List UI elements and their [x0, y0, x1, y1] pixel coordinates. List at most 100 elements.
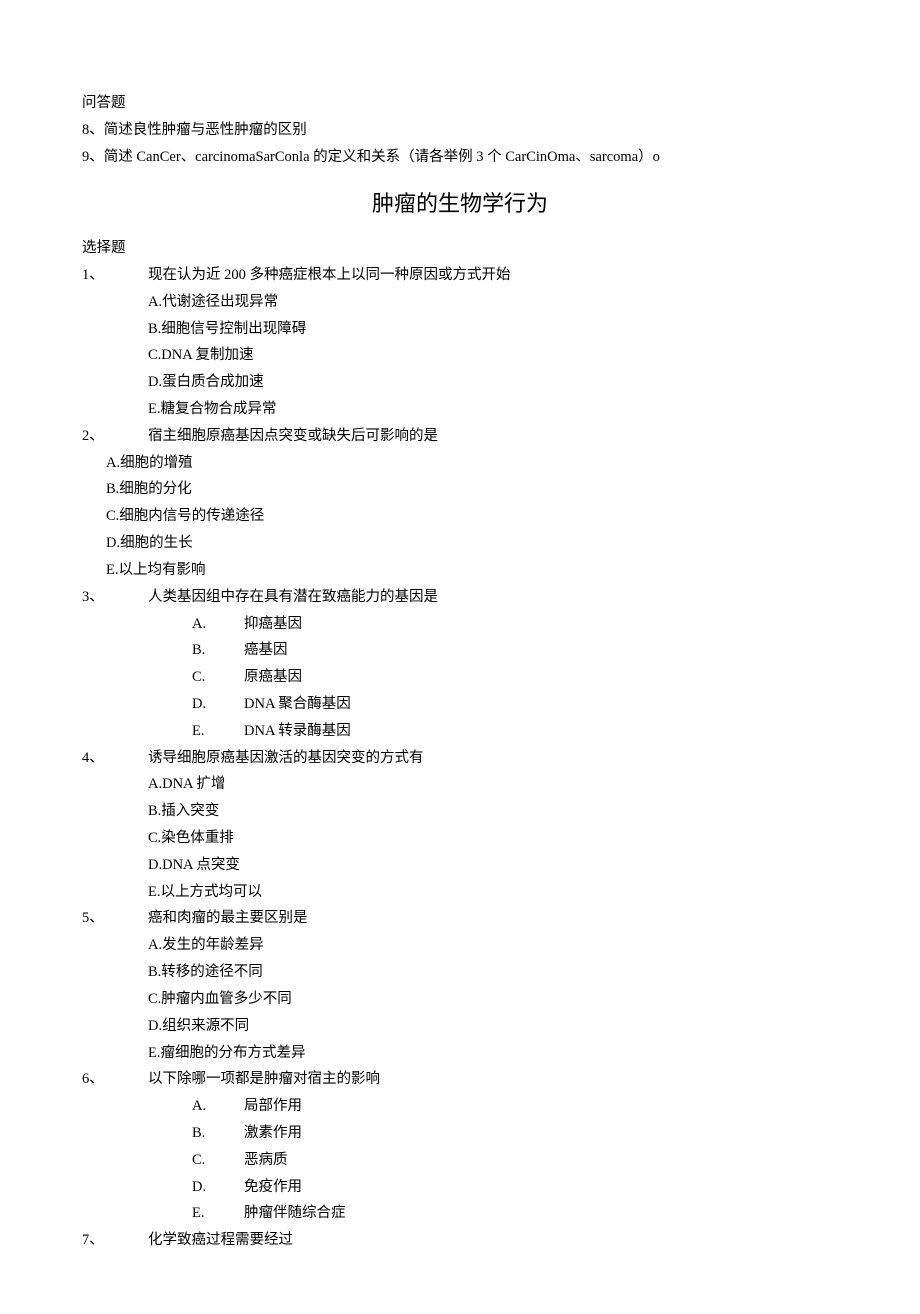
option-text: B.转移的途径不同 [148, 964, 263, 980]
question-number: 6、 [82, 1066, 148, 1093]
question-number: 3、 [82, 584, 148, 611]
option-text: A.发生的年龄差异 [148, 937, 264, 953]
option-text: E.以上均有影响 [106, 562, 205, 578]
option: A.DNA 扩增 [148, 771, 838, 798]
option: C.细胞内信号的传递途径 [106, 503, 838, 530]
option-text: A.细胞的增殖 [106, 455, 193, 471]
short-answer-item: 8、简述良性肿瘤与恶性肿瘤的区别 [82, 117, 838, 144]
short-answer-heading: 问答题 [82, 90, 838, 117]
option-letter: D. [192, 691, 244, 718]
option: E.糖复合物合成异常 [148, 396, 838, 423]
option: B.细胞的分化 [106, 476, 838, 503]
option-list: A.细胞的增殖 B.细胞的分化 C.细胞内信号的传递途径 D.细胞的生长 E.以上均有影… [106, 450, 838, 584]
option: D.细胞的生长 [106, 530, 838, 557]
option-text: D.组织来源不同 [148, 1018, 249, 1034]
option-text: C.染色体重排 [148, 830, 234, 846]
option: A.发生的年龄差异 [148, 932, 838, 959]
option: D.蛋白质合成加速 [148, 369, 838, 396]
question: 3、人类基因组中存在具有潜在致癌能力的基因是A.抑癌基因B.癌基因C.原癌基因D… [82, 584, 838, 745]
option: A.抑癌基因 [192, 611, 838, 638]
short-answer-item: 9、简述 CanCer、carcinomaSarConla 的定义和关系（请各举… [82, 144, 838, 171]
question: 1、现在认为近 200 多种癌症根本上以同一种原因或方式开始A.代谢途径出现异常… [82, 262, 838, 423]
option-text: D.蛋白质合成加速 [148, 374, 264, 390]
option-text: B.细胞信号控制出现障碍 [148, 321, 306, 337]
option: A.细胞的增殖 [106, 450, 838, 477]
option-text: A.DNA 扩增 [148, 776, 225, 792]
page-title: 肿瘤的生物学行为 [82, 184, 838, 225]
option-text: 原癌基因 [244, 669, 302, 685]
option-letter: D. [192, 1174, 244, 1201]
option-letter: C. [192, 664, 244, 691]
option: D.组织来源不同 [148, 1013, 838, 1040]
option: C.原癌基因 [192, 664, 838, 691]
question-header: 7、化学致癌过程需要经过 [82, 1227, 838, 1254]
option: A.局部作用 [192, 1093, 838, 1120]
question-number: 5、 [82, 905, 148, 932]
question-stem: 以下除哪一项都是肿瘤对宿主的影响 [148, 1066, 838, 1093]
item-number: 8、 [82, 122, 104, 138]
question-stem: 人类基因组中存在具有潜在致癌能力的基因是 [148, 584, 838, 611]
option: B.癌基因 [192, 637, 838, 664]
option-text: B.细胞的分化 [106, 481, 192, 497]
option: C.DNA 复制加速 [148, 342, 838, 369]
option-text: 恶病质 [244, 1152, 288, 1168]
question-number: 1、 [82, 262, 148, 289]
option-text: E.糖复合物合成异常 [148, 401, 276, 417]
option-letter: E. [192, 718, 244, 745]
option-text: E.瘤细胞的分布方式差异 [148, 1045, 305, 1061]
option-letter: A. [192, 611, 244, 638]
option: B.细胞信号控制出现障碍 [148, 316, 838, 343]
question: 2、宿主细胞原癌基因点突变或缺失后可影响的是 A.细胞的增殖 B.细胞的分化 C.细胞… [82, 423, 838, 584]
option: E.以上方式均可以 [148, 879, 838, 906]
question-stem: 宿主细胞原癌基因点突变或缺失后可影响的是 [148, 423, 838, 450]
question-list: 1、现在认为近 200 多种癌症根本上以同一种原因或方式开始A.代谢途径出现异常… [82, 262, 838, 1254]
question-header: 3、人类基因组中存在具有潜在致癌能力的基因是 [82, 584, 838, 611]
option-text: DNA 聚合酶基因 [244, 696, 351, 712]
question-number: 2、 [82, 423, 148, 450]
option-text: 免疫作用 [244, 1179, 302, 1195]
question-header: 5、癌和肉瘤的最主要区别是 [82, 905, 838, 932]
option-text: C.肿瘤内血管多少不同 [148, 991, 292, 1007]
question-number: 4、 [82, 745, 148, 772]
option-text: D.细胞的生长 [106, 535, 193, 551]
option-text: B.插入突变 [148, 803, 219, 819]
option-text: 抑癌基因 [244, 616, 302, 632]
choice-heading: 选择题 [82, 235, 838, 262]
question-stem: 现在认为近 200 多种癌症根本上以同一种原因或方式开始 [148, 262, 838, 289]
option-letter: A. [192, 1093, 244, 1120]
option-text: 癌基因 [244, 642, 288, 658]
question-header: 2、宿主细胞原癌基因点突变或缺失后可影响的是 [82, 423, 838, 450]
question-stem: 诱导细胞原癌基因激活的基因突变的方式有 [148, 745, 838, 772]
option-text: C.DNA 复制加速 [148, 347, 254, 363]
option-letter: B. [192, 637, 244, 664]
option: B.激素作用 [192, 1120, 838, 1147]
option-list: A.局部作用B.激素作用C.恶病质D.免疫作用E.肿瘤伴随综合症 [192, 1093, 838, 1227]
option-text: A.代谢途径出现异常 [148, 294, 278, 310]
question: 5、癌和肉瘤的最主要区别是 A.发生的年龄差异 B.转移的途径不同 C.肿瘤内血管多少… [82, 905, 838, 1066]
option: B.插入突变 [148, 798, 838, 825]
question-stem: 化学致癌过程需要经过 [148, 1227, 838, 1254]
question-header: 1、现在认为近 200 多种癌症根本上以同一种原因或方式开始 [82, 262, 838, 289]
question: 4、诱导细胞原癌基因激活的基因突变的方式有 A.DNA 扩增 B.插入突变 C.染色体… [82, 745, 838, 906]
option-text: 局部作用 [244, 1098, 302, 1114]
question-stem: 癌和肉瘤的最主要区别是 [148, 905, 838, 932]
option-list: A.发生的年龄差异 B.转移的途径不同 C.肿瘤内血管多少不同 D.组织来源不同 E.瘤… [148, 932, 838, 1066]
option-text: 激素作用 [244, 1125, 302, 1141]
option: C.染色体重排 [148, 825, 838, 852]
option: C.恶病质 [192, 1147, 838, 1174]
option-text: E.以上方式均可以 [148, 884, 262, 900]
option: E.以上均有影响 [106, 557, 838, 584]
question-header: 4、诱导细胞原癌基因激活的基因突变的方式有 [82, 745, 838, 772]
option-list: A.抑癌基因B.癌基因C.原癌基因D.DNA 聚合酶基因E.DNA 转录酶基因 [192, 611, 838, 745]
option-letter: E. [192, 1200, 244, 1227]
short-answer-list: 8、简述良性肿瘤与恶性肿瘤的区别 9、简述 CanCer、carcinomaSa… [82, 117, 838, 171]
option: E.肿瘤伴随综合症 [192, 1200, 838, 1227]
item-text: 简述 CanCer、carcinomaSarConla 的定义和关系（请各举例 … [104, 149, 660, 165]
option-text: DNA 转录酶基因 [244, 723, 351, 739]
item-text: 简述良性肿瘤与恶性肿瘤的区别 [104, 122, 307, 138]
option: D.DNA 聚合酶基因 [192, 691, 838, 718]
option: B.转移的途径不同 [148, 959, 838, 986]
option: C.肿瘤内血管多少不同 [148, 986, 838, 1013]
item-number: 9、 [82, 149, 104, 165]
option-list: A.代谢途径出现异常 B.细胞信号控制出现障碍 C.DNA 复制加速 D.蛋白质合成加… [148, 289, 838, 423]
